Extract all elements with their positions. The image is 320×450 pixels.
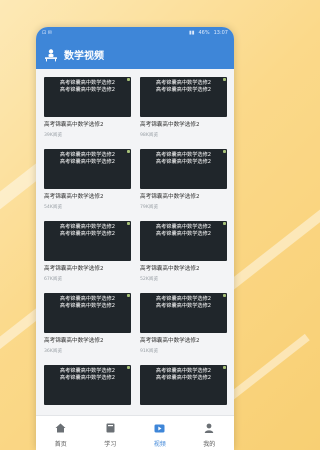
video-thumbnail[interactable]: 高考锦囊高中数学选修2 高考锦囊高中数学选修2 (44, 149, 131, 189)
clock: 13:07 (213, 30, 228, 36)
thumbnail-corner-mark (223, 150, 226, 153)
view-count: 52K阅览 (140, 277, 159, 282)
video-title[interactable]: 高考锦囊高中数学选修2 (44, 336, 131, 344)
status-left-icons: ⊡ ✉ (42, 30, 52, 36)
video-card[interactable]: 高考锦囊高中数学选修2 高考锦囊高中数学选修2 高考锦囊高中数学选修2 36K阅览 (44, 293, 131, 354)
video-card[interactable]: 高考锦囊高中数学选修2 高考锦囊高中数学选修2 (44, 365, 131, 405)
video-title[interactable]: 高考锦囊高中数学选修2 (140, 120, 227, 128)
video-title[interactable]: 高考锦囊高中数学选修2 (140, 336, 227, 344)
tab-label: 视频 (153, 441, 166, 448)
user-icon (204, 418, 214, 437)
thumbnail-corner-mark (127, 150, 130, 153)
home-icon (55, 418, 66, 437)
status-bar: ⊡ ✉ ▮▮ 46% 13:07 (36, 27, 234, 39)
video-icon (154, 418, 165, 437)
view-count: 39K阅览 (44, 133, 63, 138)
video-card[interactable]: 高考锦囊高中数学选修2 高考锦囊高中数学选修2 高考锦囊高中数学选修2 91K阅览 (140, 293, 227, 354)
battery-level: 46% (198, 30, 210, 36)
thumbnail-corner-mark (127, 78, 130, 81)
tab-home[interactable]: 首页 (36, 416, 86, 450)
video-card[interactable]: 高考锦囊高中数学选修2 高考锦囊高中数学选修2 高考锦囊高中数学选修2 67K阅览 (44, 221, 131, 282)
video-title[interactable]: 高考锦囊高中数学选修2 (140, 192, 227, 200)
thumbnail-text: 高考锦囊高中数学选修2 高考锦囊高中数学选修2 (155, 152, 212, 165)
video-card[interactable]: 高考锦囊高中数学选修2 高考锦囊高中数学选修2 高考锦囊高中数学选修2 54K阅览 (44, 149, 131, 210)
video-card[interactable]: 高考锦囊高中数学选修2 高考锦囊高中数学选修2 高考锦囊高中数学选修2 79K阅览 (140, 149, 227, 210)
video-thumbnail[interactable]: 高考锦囊高中数学选修2 高考锦囊高中数学选修2 (140, 77, 227, 117)
thumbnail-corner-mark (127, 366, 130, 369)
thumbnail-text: 高考锦囊高中数学选修2 高考锦囊高中数学选修2 (59, 368, 116, 381)
video-title[interactable]: 高考锦囊高中数学选修2 (44, 192, 131, 200)
thumbnail-text: 高考锦囊高中数学选修2 高考锦囊高中数学选修2 (155, 296, 212, 309)
video-thumbnail[interactable]: 高考锦囊高中数学选修2 高考锦囊高中数学选修2 (140, 221, 227, 261)
tab-study[interactable]: 学习 (86, 416, 136, 450)
signal-icon: ▮▮ (188, 30, 195, 36)
page-title: 数学视频 (64, 50, 104, 62)
thumbnail-corner-mark (223, 294, 226, 297)
video-card[interactable]: 高考锦囊高中数学选修2 高考锦囊高中数学选修2 (140, 365, 227, 405)
thumbnail-text: 高考锦囊高中数学选修2 高考锦囊高中数学选修2 (59, 224, 116, 237)
view-count: 54K阅览 (44, 205, 63, 210)
thumbnail-corner-mark (127, 294, 130, 297)
phone-screen: ⊡ ✉ ▮▮ 46% 13:07 数学视频 高考锦囊高中数学选修2 高考锦囊高中… (36, 27, 234, 450)
view-count: 67K阅览 (44, 277, 63, 282)
tab-video[interactable]: 视频 (135, 416, 185, 450)
video-card[interactable]: 高考锦囊高中数学选修2 高考锦囊高中数学选修2 高考锦囊高中数学选修2 98K阅览 (140, 77, 227, 138)
thumbnail-text: 高考锦囊高中数学选修2 高考锦囊高中数学选修2 (155, 224, 212, 237)
video-title[interactable]: 高考锦囊高中数学选修2 (44, 120, 131, 128)
video-card[interactable]: 高考锦囊高中数学选修2 高考锦囊高中数学选修2 高考锦囊高中数学选修2 39K阅览 (44, 77, 131, 138)
thumbnail-corner-mark (223, 78, 226, 81)
thumbnail-text: 高考锦囊高中数学选修2 高考锦囊高中数学选修2 (155, 368, 212, 381)
book-icon (106, 418, 115, 437)
video-thumbnail[interactable]: 高考锦囊高中数学选修2 高考锦囊高中数学选修2 (140, 293, 227, 333)
tab-label: 首页 (54, 441, 67, 448)
thumbnail-corner-mark (127, 222, 130, 225)
tab-label: 我的 (203, 441, 216, 448)
bottom-tab-bar: 首页 学习 视频 我的 (36, 415, 234, 450)
thumbnail-text: 高考锦囊高中数学选修2 高考锦囊高中数学选修2 (59, 296, 116, 309)
teacher-desk-icon (44, 47, 58, 62)
tab-mine[interactable]: 我的 (185, 416, 235, 450)
video-title[interactable]: 高考锦囊高中数学选修2 (140, 264, 227, 272)
view-count: 98K阅览 (140, 133, 159, 138)
video-title[interactable]: 高考锦囊高中数学选修2 (44, 264, 131, 272)
view-count: 79K阅览 (140, 205, 159, 210)
video-thumbnail[interactable]: 高考锦囊高中数学选修2 高考锦囊高中数学选修2 (44, 293, 131, 333)
app-header: 数学视频 (36, 39, 234, 69)
tab-label: 学习 (104, 441, 117, 448)
video-thumbnail[interactable]: 高考锦囊高中数学选修2 高考锦囊高中数学选修2 (140, 365, 227, 405)
thumbnail-corner-mark (223, 366, 226, 369)
thumbnail-corner-mark (223, 222, 226, 225)
video-card[interactable]: 高考锦囊高中数学选修2 高考锦囊高中数学选修2 高考锦囊高中数学选修2 52K阅览 (140, 221, 227, 282)
video-grid[interactable]: 高考锦囊高中数学选修2 高考锦囊高中数学选修2 高考锦囊高中数学选修2 39K阅览… (36, 69, 234, 416)
video-thumbnail[interactable]: 高考锦囊高中数学选修2 高考锦囊高中数学选修2 (44, 365, 131, 405)
thumbnail-text: 高考锦囊高中数学选修2 高考锦囊高中数学选修2 (155, 80, 212, 93)
thumbnail-text: 高考锦囊高中数学选修2 高考锦囊高中数学选修2 (59, 152, 116, 165)
view-count: 36K阅览 (44, 349, 63, 354)
thumbnail-text: 高考锦囊高中数学选修2 高考锦囊高中数学选修2 (59, 80, 116, 93)
video-thumbnail[interactable]: 高考锦囊高中数学选修2 高考锦囊高中数学选修2 (44, 77, 131, 117)
video-thumbnail[interactable]: 高考锦囊高中数学选修2 高考锦囊高中数学选修2 (140, 149, 227, 189)
view-count: 91K阅览 (140, 349, 159, 354)
video-thumbnail[interactable]: 高考锦囊高中数学选修2 高考锦囊高中数学选修2 (44, 221, 131, 261)
